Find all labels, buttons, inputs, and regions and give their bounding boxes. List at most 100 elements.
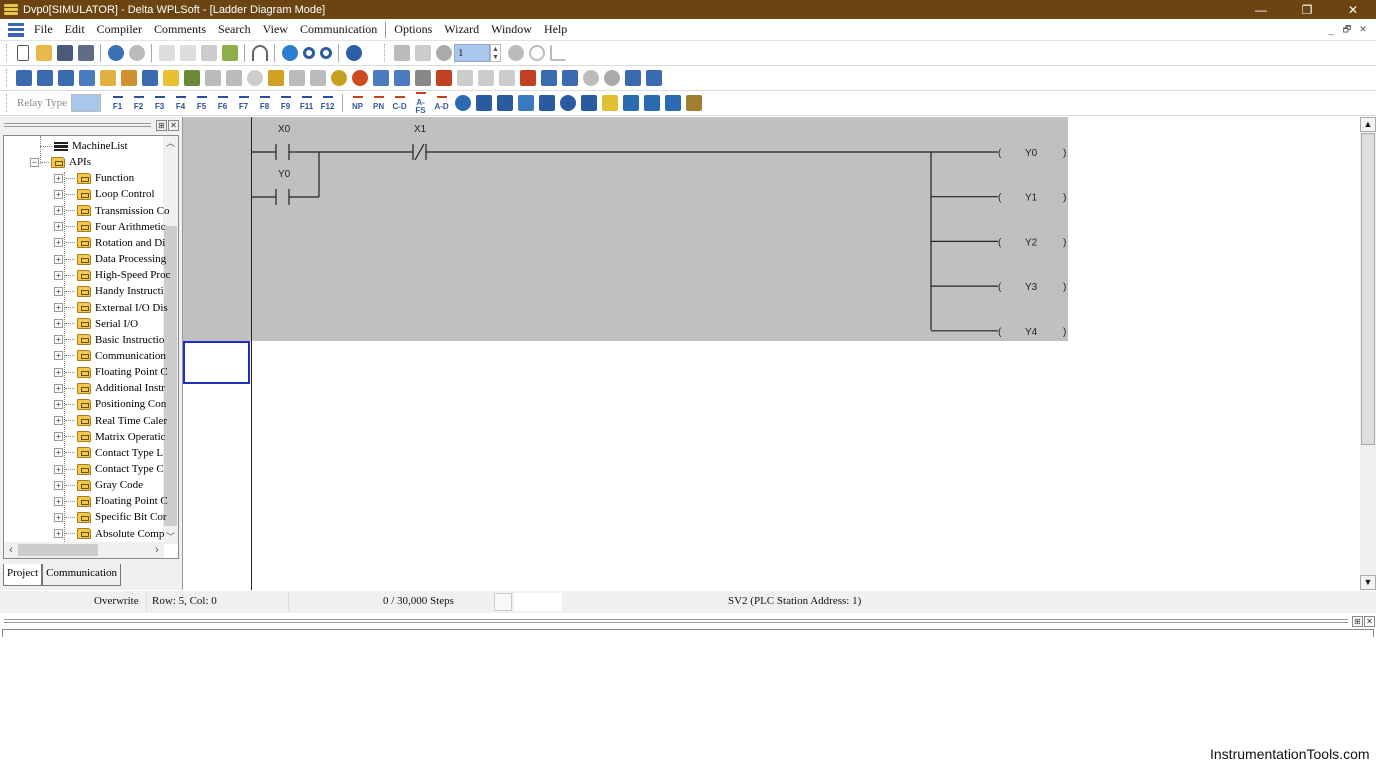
pane-close-icon[interactable]: ✕ <box>1364 615 1375 627</box>
offline-icon[interactable] <box>128 45 145 61</box>
run-icon[interactable] <box>393 45 410 61</box>
contact-label-x1[interactable]: X1 <box>414 124 427 135</box>
tree-item[interactable]: + High-Speed Proc <box>54 267 170 283</box>
copy-icon[interactable] <box>179 45 196 61</box>
station-spinner-input[interactable]: 1 <box>454 44 490 62</box>
edit-cursor[interactable] <box>183 341 250 384</box>
pin-icon[interactable]: ⊞ <box>1352 615 1363 627</box>
stop-sign-icon[interactable] <box>351 70 368 86</box>
tree-item[interactable]: + Positioning Con <box>54 396 166 412</box>
menu-file[interactable]: File <box>28 22 59 37</box>
code-icon[interactable] <box>435 70 452 86</box>
output-coil[interactable]: (Y1) <box>931 193 1066 204</box>
fkey-f4-button[interactable]: F4 <box>173 95 189 111</box>
mail-icon[interactable] <box>601 95 618 111</box>
fkey-f1-button[interactable]: F1 <box>110 95 126 111</box>
instr-np-button[interactable]: NP <box>350 95 366 111</box>
coil-label[interactable]: Y4 <box>1025 327 1038 338</box>
toolbar-grip[interactable] <box>6 44 9 62</box>
device-table-icon[interactable] <box>309 70 326 86</box>
instr-a-fs-button[interactable]: A-FS <box>413 91 429 115</box>
expand-icon[interactable]: + <box>54 496 63 506</box>
pc-to-plc-icon[interactable] <box>372 70 389 86</box>
position-icon[interactable] <box>559 95 576 111</box>
expand-icon[interactable]: + <box>54 173 63 183</box>
link-icon[interactable] <box>549 45 566 61</box>
output-coil[interactable]: (Y2) <box>931 237 1066 248</box>
instr-a-d-button[interactable]: A-D <box>434 95 450 111</box>
maximize-button[interactable]: ❐ <box>1284 0 1330 19</box>
expand-icon[interactable]: + <box>54 367 63 377</box>
menu-communication[interactable]: Communication <box>294 22 383 37</box>
expand-icon[interactable]: + <box>54 432 63 442</box>
refresh-icon[interactable] <box>528 45 545 61</box>
zoom-fit-icon[interactable] <box>281 45 298 61</box>
plc-mode-icon[interactable] <box>267 70 284 86</box>
sfc-mode-icon[interactable] <box>57 70 74 86</box>
table-icon[interactable] <box>141 70 158 86</box>
cloud-icon[interactable] <box>645 70 662 86</box>
grid-icon[interactable] <box>580 95 597 111</box>
tree-horizontal-scrollbar[interactable]: ‹ › <box>4 542 164 558</box>
tree-item[interactable]: + Real Time Caler <box>54 413 167 429</box>
pane-drag-handle[interactable] <box>4 123 151 127</box>
expand-icon[interactable]: + <box>54 529 63 539</box>
compare-icon[interactable] <box>538 95 555 111</box>
scroll-left-arrow[interactable]: ‹ <box>4 542 18 558</box>
tree-item[interactable]: + Floating Point C <box>54 364 168 380</box>
tab-communication[interactable]: Communication <box>42 564 122 586</box>
tree-item[interactable]: + External I/O Dis <box>54 300 168 316</box>
fkey-f3-button[interactable]: F3 <box>152 95 168 111</box>
fkey-f9-button[interactable]: F9 <box>278 95 294 111</box>
expand-icon[interactable]: + <box>54 335 63 345</box>
close-button[interactable]: ✕ <box>1330 0 1376 19</box>
coil-label[interactable]: Y1 <box>1025 193 1038 204</box>
window-icon[interactable] <box>561 70 578 86</box>
expand-icon[interactable]: + <box>54 399 63 409</box>
bit-icon[interactable] <box>477 70 494 86</box>
tree-item[interactable]: + Function <box>54 170 134 186</box>
expand-icon[interactable]: + <box>54 303 63 312</box>
expand-icon[interactable]: + <box>54 206 63 216</box>
eraser-icon[interactable] <box>221 45 238 61</box>
coil-label[interactable]: Y3 <box>1025 282 1038 293</box>
pane-close-icon[interactable]: ✕ <box>168 119 179 131</box>
fkey-f5-button[interactable]: F5 <box>194 95 210 111</box>
scroll-down-arrow[interactable]: ▼ <box>1360 575 1376 590</box>
scroll-down-arrow[interactable]: ﹀ <box>163 530 178 544</box>
toolbar-grip[interactable] <box>384 44 387 62</box>
pen-icon[interactable] <box>183 70 200 86</box>
expand-icon[interactable]: + <box>54 480 63 490</box>
open-icon[interactable] <box>35 45 52 61</box>
editor-vertical-scrollbar[interactable]: ▲ ▼ <box>1360 117 1376 590</box>
timer-icon[interactable] <box>454 95 471 111</box>
expand-icon[interactable]: + <box>54 189 63 199</box>
scroll-up-arrow[interactable]: ▲ <box>1360 117 1376 132</box>
tree-item[interactable]: + Data Processing <box>54 251 166 267</box>
menu-help[interactable]: Help <box>538 22 573 37</box>
fkey-f8-button[interactable]: F8 <box>257 95 273 111</box>
stop-icon[interactable] <box>414 45 431 61</box>
expand-icon[interactable]: + <box>54 464 63 474</box>
instr-c-d-button[interactable]: C-D <box>392 95 408 111</box>
split-icon[interactable] <box>664 95 681 111</box>
expand-icon[interactable]: + <box>54 222 63 232</box>
globe-icon[interactable] <box>330 70 347 86</box>
scroll-up-arrow[interactable]: ︿ <box>163 136 178 150</box>
menu-search[interactable]: Search <box>212 22 257 37</box>
save-icon[interactable] <box>56 45 73 61</box>
zoom-out-icon[interactable] <box>319 47 332 59</box>
edit-comment-icon[interactable] <box>99 70 116 86</box>
coil-label[interactable]: Y2 <box>1025 237 1038 248</box>
expand-icon[interactable]: + <box>54 448 63 458</box>
menu-compiler[interactable]: Compiler <box>91 22 148 37</box>
zoom-icon[interactable] <box>582 70 599 86</box>
memory-icon[interactable] <box>225 70 242 86</box>
tree-item[interactable]: + Contact Type C <box>54 461 164 477</box>
tree-item[interactable]: + Loop Control <box>54 186 155 202</box>
save-as-icon[interactable] <box>77 45 94 61</box>
expand-icon[interactable]: + <box>54 416 63 426</box>
tree-item[interactable]: + Specific Bit Cor <box>54 509 167 525</box>
expand-icon[interactable]: + <box>54 270 63 280</box>
folder-icon[interactable] <box>162 70 179 86</box>
